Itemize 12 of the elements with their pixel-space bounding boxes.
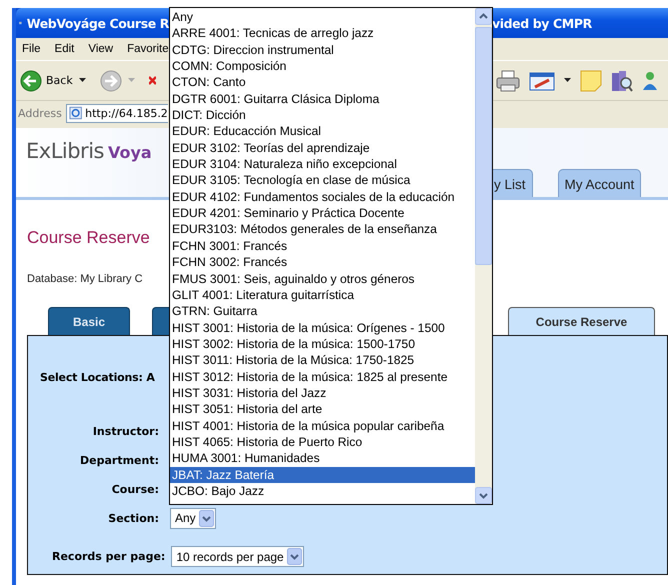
locations-label: Select Locations: A xyxy=(40,371,155,384)
field-label: Department: xyxy=(79,454,159,466)
address-label: Address xyxy=(18,106,62,120)
logo: ExLibris Voya xyxy=(25,138,153,165)
field-label: Instructor: xyxy=(92,424,159,438)
field-label: Section: xyxy=(107,512,159,524)
database-label: Database: My Library C xyxy=(27,273,143,285)
field-label: Course: xyxy=(110,482,159,496)
field-label: Records per page: xyxy=(52,550,166,563)
window-title: WebVoyáge Course R xyxy=(26,16,169,30)
window-title: vided by CMPR xyxy=(492,16,592,30)
page-title: Course Reserve xyxy=(27,228,150,248)
